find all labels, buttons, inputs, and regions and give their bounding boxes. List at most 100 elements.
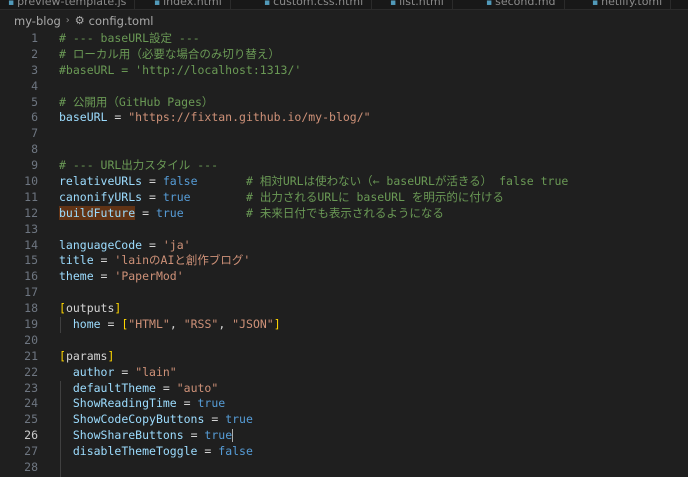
code-token: ,	[169, 317, 184, 332]
line-number: 13	[24, 221, 38, 236]
code-line[interactable]: 22 author = "lain"	[0, 365, 688, 381]
js-file-icon: ▪	[8, 0, 15, 8]
code-text: baseURL = "https://fixtan.github.io/my-b…	[38, 110, 371, 126]
code-line[interactable]: 9 # --- URL出力スタイル ---	[0, 158, 688, 174]
code-text: # ローカル用（必要な場合のみ切り替え）	[38, 47, 280, 63]
line-number: 22	[24, 364, 38, 379]
code-token: "HTML"	[128, 317, 170, 332]
line-number: 10	[24, 174, 38, 189]
code-token: ,	[218, 317, 233, 332]
code-token: ShowShareButtons	[72, 428, 184, 443]
code-token: 'ja'	[162, 237, 191, 252]
code-token: # --- baseURL設定 ---	[59, 31, 200, 45]
breadcrumb-file[interactable]: config.toml	[89, 14, 154, 28]
code-line[interactable]: 14 languageCode = 'ja'	[0, 238, 688, 254]
code-line[interactable]: 24 ShowReadingTime = true	[0, 396, 688, 412]
code-line[interactable]: 2 # ローカル用（必要な場合のみ切り替え）	[0, 47, 688, 63]
code-text: relativeURLs = false # 相対URLは使わない（← base…	[38, 174, 568, 190]
chevron-right-icon: ›	[65, 15, 70, 26]
code-token: home	[72, 317, 101, 332]
markdown-file-icon: ▪	[486, 0, 493, 8]
code-line[interactable]: 16 theme = 'PaperMod'	[0, 269, 688, 285]
code-line[interactable]: 13	[0, 222, 688, 238]
code-line[interactable]: 7	[0, 126, 688, 142]
code-token: ]	[107, 348, 115, 363]
code-token: =	[93, 269, 115, 284]
line-number: 19	[24, 317, 38, 332]
code-token: =	[107, 110, 129, 125]
code-token: =	[197, 444, 219, 459]
code-line[interactable]: 17	[0, 285, 688, 301]
line-number: 14	[24, 237, 38, 252]
line-number: 26	[24, 428, 38, 443]
code-line[interactable]: 23 defaultTheme = "auto"	[0, 381, 688, 397]
code-line[interactable]: 19 home = ["HTML", "RSS", "JSON"]	[0, 317, 688, 333]
code-line[interactable]: 21 [params]	[0, 349, 688, 365]
code-text: theme = 'PaperMod'	[38, 269, 184, 285]
code-text: [outputs]	[38, 301, 121, 317]
code-text: author = "lain"	[38, 365, 177, 381]
code-line[interactable]: 11 canonifyURLs = true # 出力されるURLに baseUR…	[0, 190, 688, 206]
code-token: "https://fixtan.github.io/my-blog/"	[128, 110, 371, 125]
tab-second[interactable]: ▪ second.md	[478, 0, 565, 9]
code-line[interactable]: 10 relativeURLs = false # 相対URLは使わない（← ba…	[0, 174, 688, 190]
code-line[interactable]: 6 baseURL = "https://fixtan.github.io/my-…	[0, 110, 688, 126]
tab-preview-template[interactable]: ▪ preview-template.js	[0, 0, 136, 9]
code-token: ]	[114, 301, 122, 316]
code-line[interactable]: 4	[0, 79, 688, 95]
code-line[interactable]: 20	[0, 333, 688, 349]
code-line[interactable]: 8	[0, 142, 688, 158]
line-number: 3	[31, 62, 38, 77]
code-text: # --- baseURL設定 ---	[38, 31, 200, 47]
code-token: "auto"	[176, 380, 219, 395]
code-line[interactable]: 26 ShowShareButtons = true	[0, 428, 688, 444]
code-text: ShowReadingTime = true	[38, 396, 225, 412]
code-text: [params]	[38, 349, 114, 365]
code-line[interactable]: 5 # 公開用（GitHub Pages）	[0, 95, 688, 111]
line-number: 25	[24, 412, 38, 427]
code-line[interactable]: 3 #baseURL = 'http://localhost:1313/'	[0, 63, 688, 79]
code-line[interactable]: 18 [outputs]	[0, 301, 688, 317]
tab-netlify[interactable]: ▪ netlify.toml	[584, 0, 672, 9]
code-line[interactable]: 15 title = 'lainのAIと創作ブログ'	[0, 253, 688, 269]
code-line[interactable]: 1 # --- baseURL設定 ---	[0, 31, 688, 47]
tab-index[interactable]: ▪ index.html	[146, 0, 231, 9]
code-line[interactable]: 12 buildFuture = true # 未来日付でも表示されるようになる	[0, 205, 688, 222]
line-number: 11	[24, 189, 38, 204]
code-token: ShowCodeCopyButtons	[72, 412, 205, 427]
code-line[interactable]: 28	[0, 460, 688, 476]
line-number: 27	[24, 444, 38, 459]
code-editor[interactable]: 1 # --- baseURL設定 --- 2 # ローカル用（必要な場合のみ切り替え…	[0, 31, 688, 477]
tab-custom-css[interactable]: ▪ custom.css.html	[256, 0, 373, 9]
tab-list[interactable]: ▪ list.html	[382, 0, 453, 9]
breadcrumb-folder[interactable]: my-blog	[14, 14, 61, 28]
code-line[interactable]: 25 ShowCodeCopyButtons = true	[0, 412, 688, 428]
code-token: =	[142, 237, 163, 252]
gear-icon: ⚙	[74, 14, 85, 27]
code-text: languageCode = 'ja'	[38, 238, 191, 254]
code-line[interactable]: 27 disableThemeToggle = false	[0, 444, 688, 460]
line-number: 9	[31, 158, 38, 173]
html-file-icon: ▪	[264, 0, 271, 8]
code-token: [	[59, 301, 66, 316]
code-token: true	[204, 428, 233, 443]
code-token: =	[100, 317, 122, 332]
code-token: true	[162, 189, 191, 204]
code-token: # 相対URLは使わない（← baseURLが活きる） false true	[245, 174, 569, 189]
breadcrumb: my-blog › ⚙ config.toml	[0, 10, 688, 31]
code-token: false	[218, 444, 253, 459]
code-text: defaultTheme = "auto"	[38, 381, 218, 397]
line-number: 16	[24, 269, 38, 284]
code-token: title	[59, 253, 94, 268]
line-number: 20	[24, 332, 38, 347]
code-token: ShowReadingTime	[72, 396, 177, 411]
